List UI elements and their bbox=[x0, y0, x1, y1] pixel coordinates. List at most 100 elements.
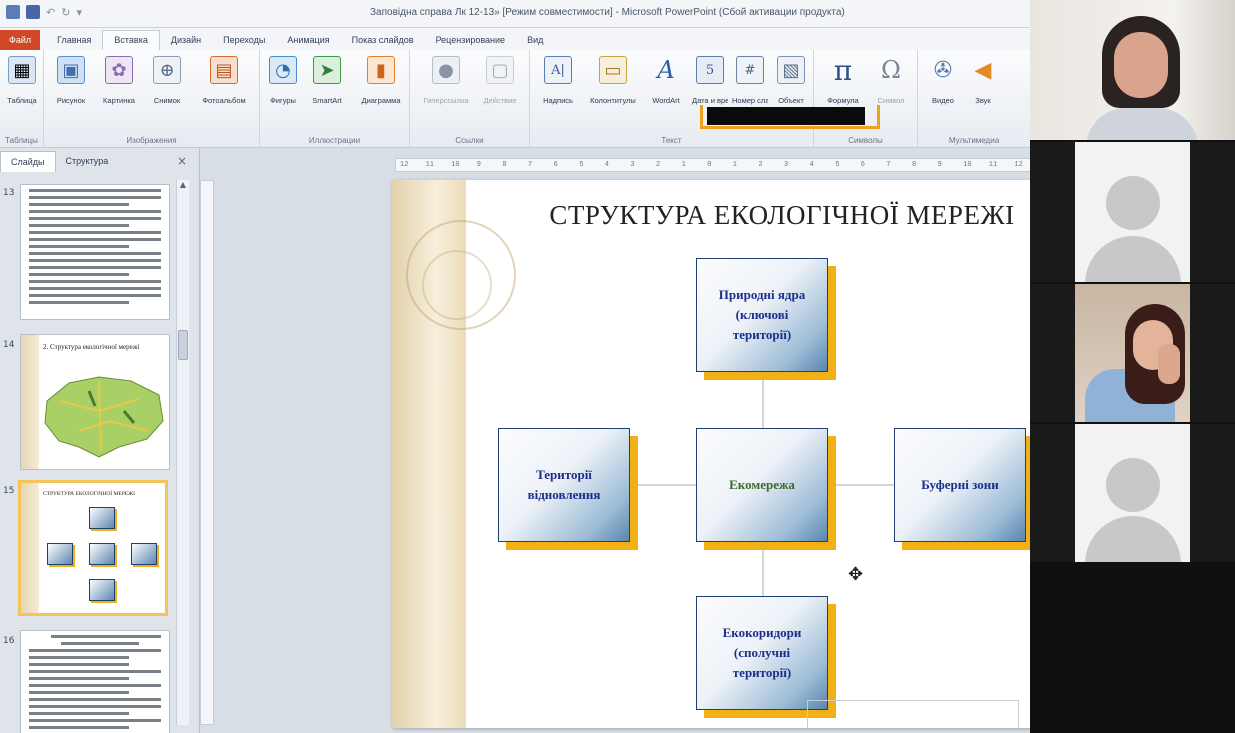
node-restoration-areas[interactable]: Території відновлення bbox=[498, 428, 638, 550]
table-button[interactable]: ▦ Таблица bbox=[1, 56, 43, 105]
action-button[interactable]: ▢ Действие bbox=[476, 56, 524, 105]
tab-home[interactable]: Главная bbox=[46, 31, 102, 50]
tab-review[interactable]: Рецензирование bbox=[425, 31, 517, 50]
close-pane-icon[interactable]: × bbox=[177, 154, 187, 168]
wordart-button[interactable]: A WordArt bbox=[646, 56, 686, 105]
clipart-button[interactable]: ✿ Картинка bbox=[98, 56, 140, 105]
ruler-tick: 2 bbox=[656, 161, 661, 169]
smartart-button[interactable]: ➤ SmartArt bbox=[306, 56, 348, 105]
chart-button[interactable]: ▮ Диаграмма bbox=[354, 56, 408, 105]
datetime-label: Дата и время bbox=[692, 96, 728, 105]
slide-thumbnail-13[interactable] bbox=[20, 184, 170, 320]
node-eco-corridors-text: Екокоридори (сполучні території) bbox=[722, 625, 802, 680]
title-bar: ↶ ↻ ▾ Заповідна справа Лк 12-13» [Режим … bbox=[0, 0, 1030, 28]
vertical-ruler bbox=[200, 180, 214, 725]
ruler-tick: 11 bbox=[988, 161, 998, 169]
slide-number-icon: # bbox=[736, 56, 764, 84]
hyperlink-button[interactable]: ● Гиперссылка bbox=[420, 56, 472, 105]
tab-insert[interactable]: Вставка bbox=[102, 30, 160, 50]
pane-scrollbar[interactable]: ▲ bbox=[176, 180, 189, 725]
tab-file[interactable]: Файл bbox=[0, 30, 41, 50]
omega-icon: Ω bbox=[881, 56, 901, 84]
scroll-up-arrow-icon[interactable]: ▲ bbox=[177, 180, 189, 194]
thumb-14-title: 2. Структура екологічної мережі bbox=[43, 343, 140, 351]
datetime-icon: 5 bbox=[696, 56, 724, 84]
header-footer-icon: ▭ bbox=[599, 56, 627, 84]
tab-slideshow[interactable]: Показ слайдов bbox=[341, 31, 425, 50]
group-illustrations: ◔ Фигуры ➤ SmartArt ▮ Диаграмма Иллюстра… bbox=[260, 50, 410, 148]
video-tile-participant-4[interactable] bbox=[1030, 424, 1235, 562]
notes-placeholder[interactable] bbox=[807, 700, 1019, 728]
node-core-areas[interactable]: Природні ядра (ключові території) bbox=[696, 258, 836, 380]
slide-thumbnail-14[interactable]: 2. Структура екологічної мережі bbox=[20, 334, 170, 470]
video-tile-participant-2[interactable] bbox=[1030, 142, 1235, 282]
symbol-label: Символ bbox=[877, 96, 905, 105]
node-econetwork[interactable]: Екомережа bbox=[696, 428, 836, 550]
node-core-areas-text: Природні ядра (ключові території) bbox=[718, 287, 806, 342]
group-links: ● Гиперссылка ▢ Действие Ссылки bbox=[410, 50, 530, 148]
ruler-tick: 7 bbox=[528, 161, 533, 169]
tab-outline[interactable]: Структура bbox=[56, 151, 119, 171]
ruler-tick: 5 bbox=[835, 161, 840, 169]
group-images: ▣ Рисунок ✿ Картинка ⊕ Снимок ▤ Фотоальб… bbox=[44, 50, 260, 148]
photo-album-button[interactable]: ▤ Фотоальбом bbox=[196, 56, 252, 105]
group-media: ✇ Видео ◀ Звук Мультимедиа bbox=[918, 50, 1030, 148]
customize-toolbar-icon[interactable]: ▾ bbox=[76, 6, 82, 19]
ruler-tick: 10 bbox=[451, 161, 460, 169]
header-footer-label: Колонтитулы bbox=[590, 96, 636, 105]
node-buffer-zones[interactable]: Буферні зони bbox=[894, 428, 1034, 550]
ruler-tick: 6 bbox=[860, 161, 865, 169]
quick-access-toolbar: ↶ ↻ ▾ bbox=[6, 5, 82, 19]
header-footer-button[interactable]: ▭ Колонтитулы bbox=[584, 56, 642, 105]
screenshot-button[interactable]: ⊕ Снимок bbox=[146, 56, 188, 105]
ribbon: ▦ Таблица Таблицы ▣ Рисунок ✿ Картинка ⊕… bbox=[0, 50, 1030, 148]
tab-transitions[interactable]: Переходы bbox=[212, 31, 276, 50]
object-button[interactable]: ▧ Объект bbox=[772, 56, 810, 105]
ruler-tick: 9 bbox=[476, 161, 481, 169]
video-tile-participant-3[interactable] bbox=[1030, 284, 1235, 422]
scroll-thumb[interactable] bbox=[178, 330, 188, 360]
group-text-label: Текст bbox=[661, 136, 682, 145]
action-icon: ▢ bbox=[486, 56, 514, 84]
object-label: Объект bbox=[778, 96, 804, 105]
avatar-placeholder-icon bbox=[1075, 142, 1190, 282]
symbol-button[interactable]: Ω Символ bbox=[868, 56, 914, 105]
tab-design[interactable]: Дизайн bbox=[160, 31, 212, 50]
sound-button[interactable]: ◀ Звук bbox=[962, 56, 1004, 106]
formula-button[interactable]: π Формула bbox=[820, 54, 866, 106]
slide-thumbnail-15[interactable]: СТРУКТУРА ЕКОЛОГІЧНОЇ МЕРЕЖІ bbox=[18, 480, 168, 616]
picture-button[interactable]: ▣ Рисунок bbox=[50, 56, 92, 105]
clipart-label: Картинка bbox=[103, 96, 135, 105]
group-symbols: π Формула Ω Символ Символы bbox=[814, 50, 918, 148]
shapes-button[interactable]: ◔ Фигуры bbox=[262, 56, 304, 105]
photo-album-icon: ▤ bbox=[210, 56, 238, 84]
datetime-button[interactable]: 5 Дата и время bbox=[692, 56, 728, 105]
slide-number-button[interactable]: # Номер слайда bbox=[732, 56, 768, 105]
video-button[interactable]: ✇ Видео bbox=[922, 56, 964, 106]
save-icon[interactable] bbox=[26, 5, 40, 19]
hyperlink-icon: ● bbox=[432, 56, 460, 84]
slide-thumbnail-16[interactable] bbox=[20, 630, 170, 733]
slide-canvas[interactable]: СТРУКТУРА ЕКОЛОГІЧНОЇ МЕРЕЖІ Природні яд… bbox=[392, 180, 1058, 728]
group-symbols-label: Символы bbox=[848, 136, 883, 145]
tab-animations[interactable]: Анимация bbox=[276, 31, 340, 50]
tab-slides[interactable]: Слайды bbox=[0, 150, 56, 172]
group-tables-label: Таблицы bbox=[5, 136, 38, 145]
presenter-face bbox=[1114, 32, 1168, 98]
slide-title[interactable]: СТРУКТУРА ЕКОЛОГІЧНОЇ МЕРЕЖІ bbox=[512, 200, 1052, 231]
ruler-tick: 2 bbox=[758, 161, 763, 169]
video-tile-presenter[interactable] bbox=[1030, 0, 1235, 140]
group-text: A| Надпись ▭ Колонтитулы A WordArt 5 Дат… bbox=[530, 50, 814, 148]
screenshot-icon: ⊕ bbox=[153, 56, 181, 84]
redo-icon[interactable]: ↻ bbox=[61, 6, 70, 19]
app-icon[interactable] bbox=[6, 5, 20, 19]
undo-icon[interactable]: ↶ bbox=[46, 6, 55, 19]
textbox-icon: A| bbox=[544, 56, 572, 84]
table-label: Таблица bbox=[7, 96, 37, 105]
slide-number-15: 15 bbox=[3, 486, 15, 496]
textbox-button[interactable]: A| Надпись bbox=[536, 56, 580, 105]
node-eco-corridors[interactable]: Екокоридори (сполучні території) bbox=[696, 596, 836, 718]
node-buffer-zones-text: Буферні зони bbox=[921, 477, 999, 492]
picture-label: Рисунок bbox=[56, 96, 86, 105]
tab-view[interactable]: Вид bbox=[516, 31, 554, 50]
